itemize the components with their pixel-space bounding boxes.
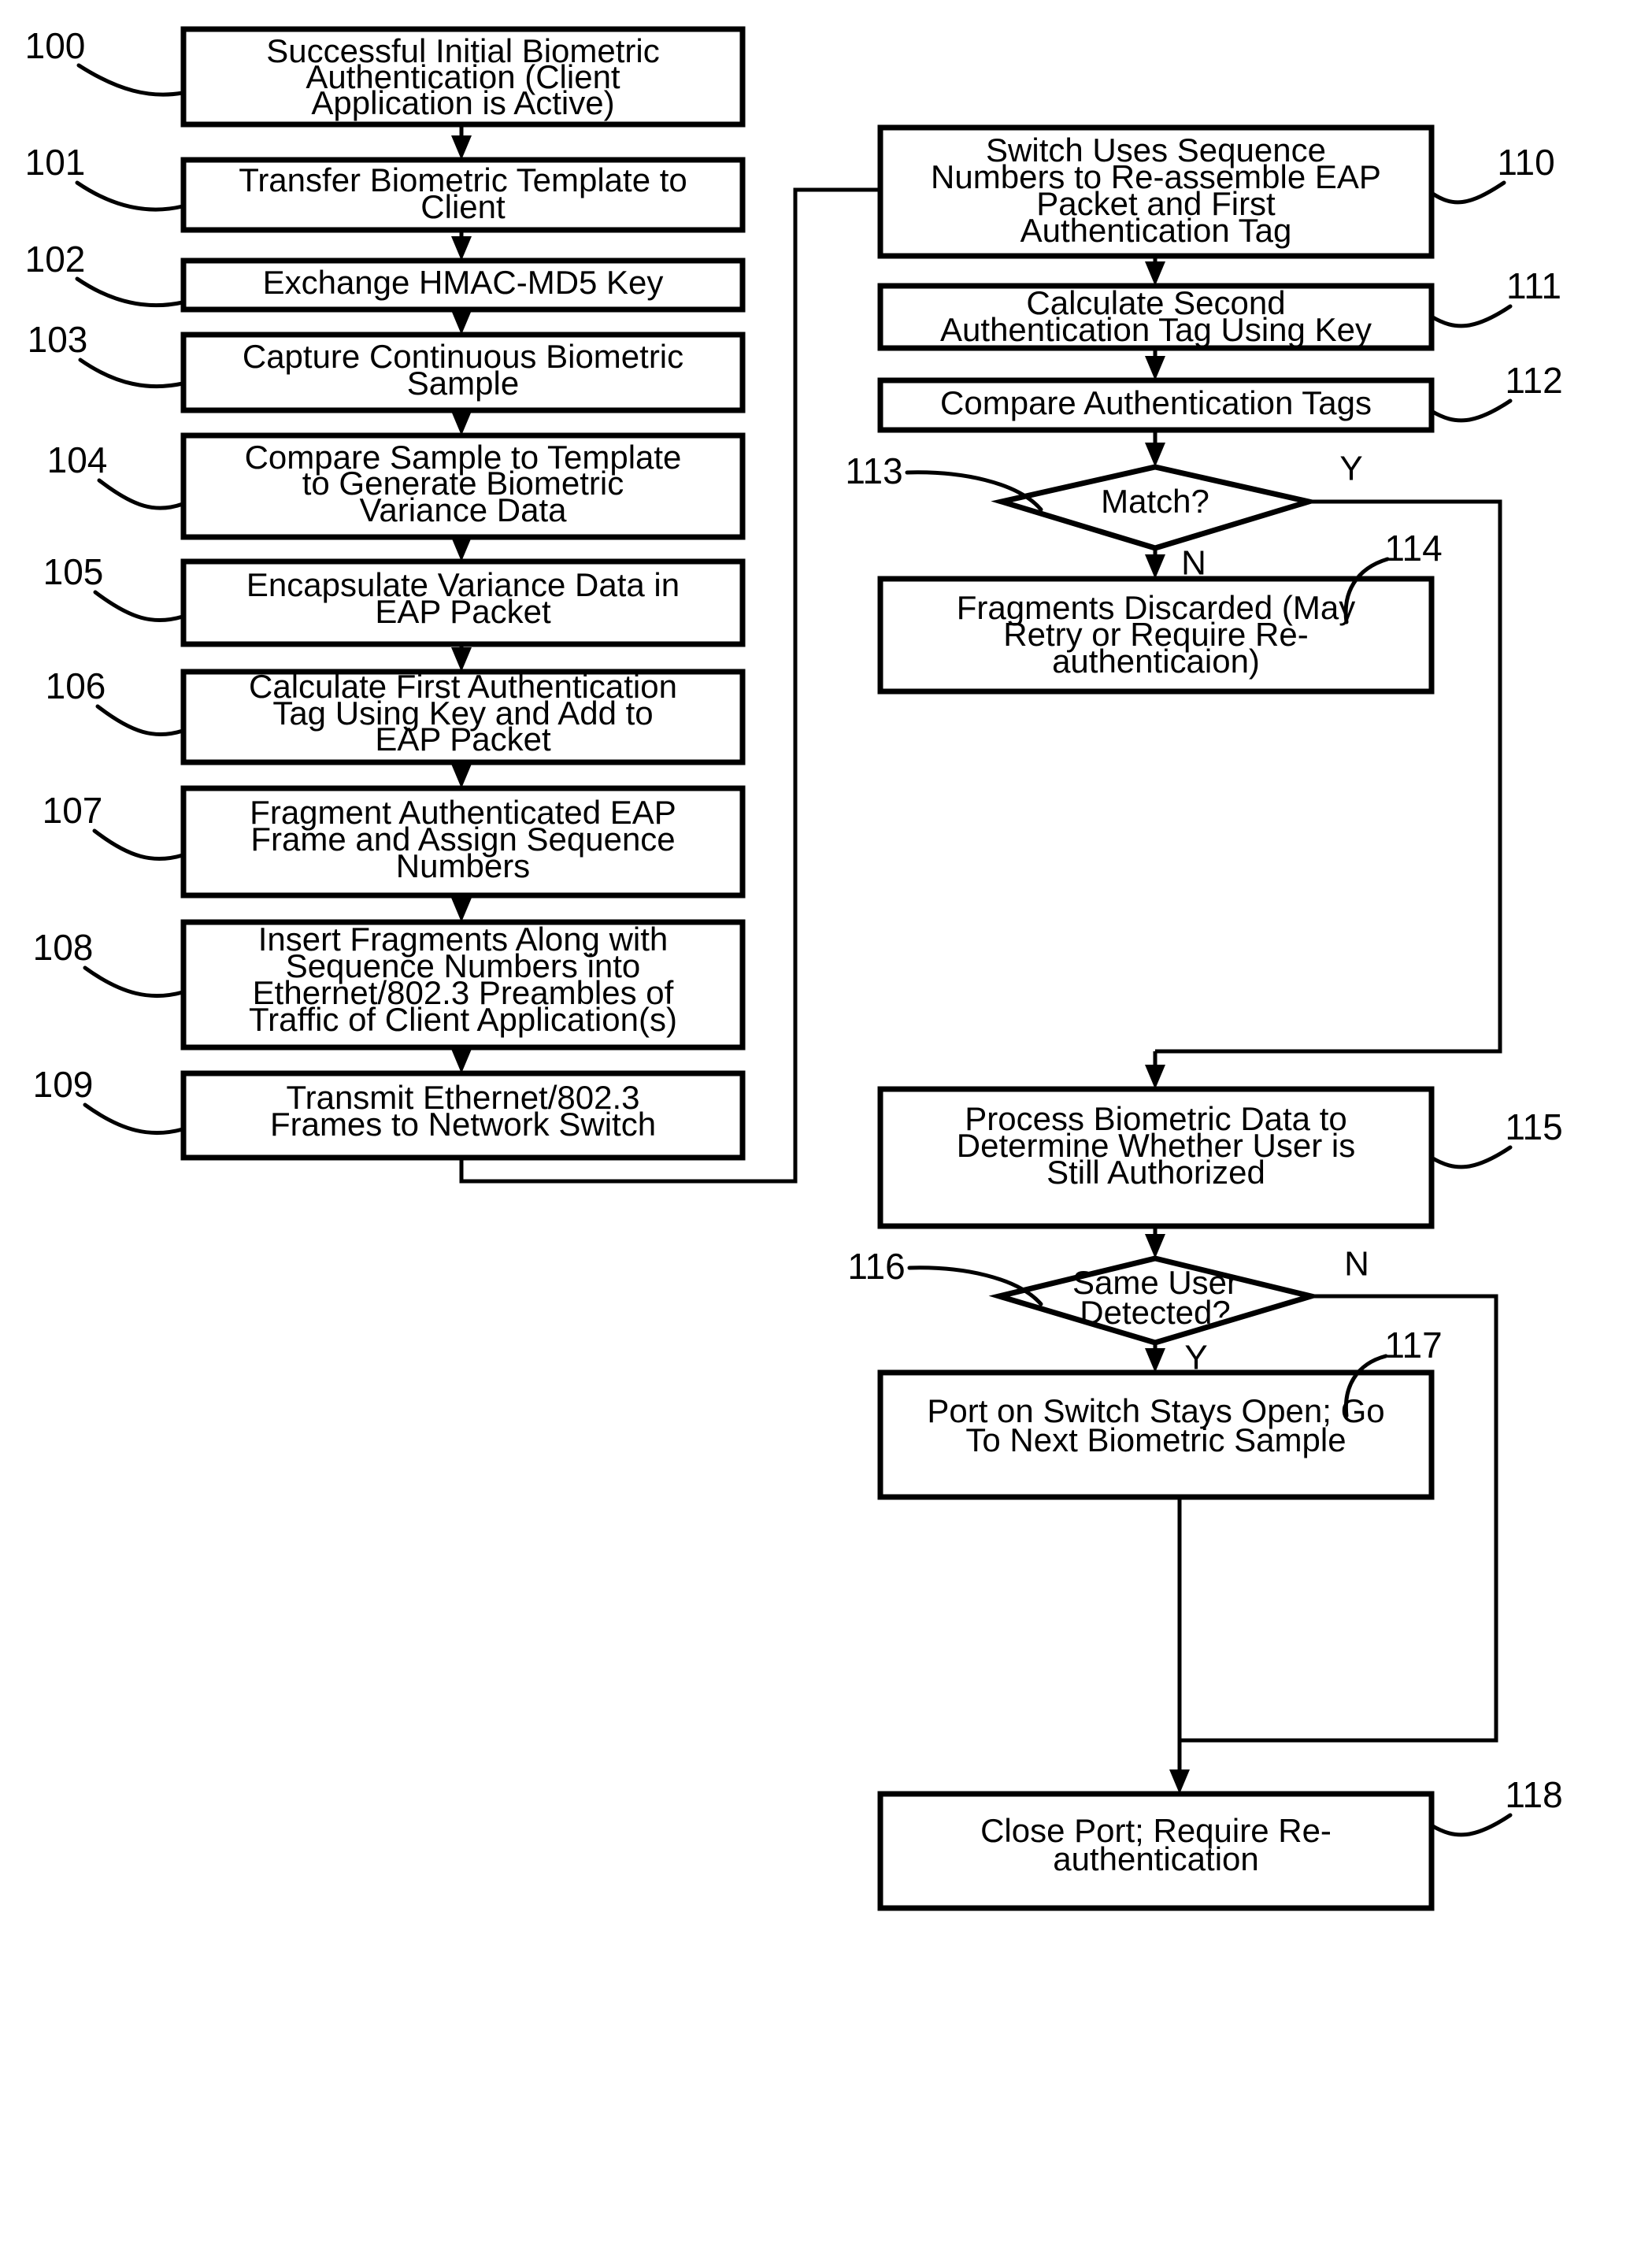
ref-112-label: 112 bbox=[1505, 360, 1562, 401]
node-110-line-3: Authentication Tag bbox=[1020, 212, 1292, 249]
ref-111-label: 111 bbox=[1506, 265, 1561, 306]
node-113[interactable]: Match? bbox=[991, 464, 1320, 551]
node-109[interactable]: Transmit Ethernet/802.3 Frames to Networ… bbox=[180, 1070, 746, 1161]
connector-113-no-114 bbox=[1145, 548, 1165, 579]
node-105[interactable]: Encapsulate Variance Data in EAP Packet bbox=[180, 558, 746, 647]
connector-108-109 bbox=[451, 1047, 472, 1073]
node-118[interactable]: Close Port; Require Re- authentication bbox=[877, 1791, 1435, 1911]
connector-116-yes-117 bbox=[1145, 1343, 1165, 1373]
ref-100: 100 bbox=[25, 25, 185, 97]
ref-113-label: 113 bbox=[845, 450, 902, 491]
node-110[interactable]: Switch Uses Sequence Numbers to Re-assem… bbox=[877, 124, 1435, 259]
connector-102-103 bbox=[451, 309, 472, 335]
connector-112-113 bbox=[1145, 430, 1165, 467]
node-109-line-1: Frames to Network Switch bbox=[270, 1106, 656, 1143]
connector-101-102 bbox=[451, 230, 472, 261]
ref-109: 109 bbox=[33, 1064, 185, 1136]
node-105-line-1: EAP Packet bbox=[375, 593, 551, 630]
branch-label-same-user-no: N bbox=[1344, 1245, 1369, 1284]
node-102[interactable]: Exchange HMAC-MD5 Key bbox=[180, 258, 746, 313]
node-108[interactable]: Insert Fragments Along with Sequence Num… bbox=[180, 919, 746, 1051]
ref-118: 118 bbox=[1429, 1774, 1563, 1837]
connector-106-107 bbox=[451, 762, 472, 788]
node-103[interactable]: Capture Continuous Biometric Sample bbox=[180, 332, 746, 413]
connector-103-104 bbox=[451, 410, 472, 435]
node-111-line-1: Authentication Tag Using Key bbox=[940, 311, 1372, 348]
node-108-line-3: Traffic of Client Application(s) bbox=[249, 1001, 677, 1038]
connector-111-112 bbox=[1145, 348, 1165, 380]
node-115-line-2: Still Authorized bbox=[1046, 1154, 1265, 1191]
node-113-line-0: Match? bbox=[1101, 483, 1209, 520]
node-101-line-1: Client bbox=[420, 188, 506, 225]
node-106[interactable]: Calculate First Authentication Tag Using… bbox=[180, 668, 746, 765]
ref-101: 101 bbox=[25, 142, 185, 212]
node-104[interactable]: Compare Sample to Template to Generate B… bbox=[180, 432, 746, 540]
ref-117-label: 117 bbox=[1384, 1325, 1442, 1366]
node-116-line-1: Detected? bbox=[1080, 1294, 1230, 1331]
connector-107-108 bbox=[451, 895, 472, 922]
ref-107: 107 bbox=[43, 790, 185, 862]
ref-102-label: 102 bbox=[25, 239, 86, 280]
ref-114-label: 114 bbox=[1384, 528, 1442, 569]
ref-108: 108 bbox=[33, 927, 185, 999]
node-103-line-1: Sample bbox=[407, 365, 519, 402]
ref-105-label: 105 bbox=[43, 551, 104, 592]
node-112[interactable]: Compare Authentication Tags bbox=[877, 377, 1435, 433]
ref-106: 106 bbox=[46, 665, 185, 737]
ref-118-label: 118 bbox=[1505, 1774, 1562, 1815]
ref-108-label: 108 bbox=[33, 927, 94, 968]
ref-112: 112 bbox=[1429, 360, 1563, 423]
node-107-line-2: Numbers bbox=[396, 847, 530, 884]
ref-115-label: 115 bbox=[1505, 1106, 1562, 1147]
ref-105: 105 bbox=[43, 551, 185, 623]
ref-107-label: 107 bbox=[43, 790, 103, 831]
ref-103-label: 103 bbox=[28, 319, 88, 360]
ref-110: 110 bbox=[1429, 142, 1555, 205]
ref-103: 103 bbox=[28, 319, 185, 389]
node-102-line-0: Exchange HMAC-MD5 Key bbox=[263, 264, 664, 301]
node-104-line-2: Variance Data bbox=[359, 491, 567, 528]
node-116[interactable]: Same User Detected? bbox=[988, 1255, 1322, 1346]
ref-115: 115 bbox=[1429, 1106, 1563, 1169]
node-118-line-1: authentication bbox=[1053, 1840, 1259, 1877]
connector-110-111 bbox=[1145, 256, 1165, 286]
connector-104-105 bbox=[451, 537, 472, 561]
node-114-line-2: authenticaion) bbox=[1052, 643, 1260, 680]
node-112-line-0: Compare Authentication Tags bbox=[940, 384, 1372, 421]
ref-104-label: 104 bbox=[47, 439, 108, 480]
flowchart-figure: Successful Initial Biometric Authenticat… bbox=[0, 0, 1652, 2253]
branch-label-match-yes: Y bbox=[1339, 450, 1362, 488]
node-115[interactable]: Process Biometric Data to Determine Whet… bbox=[877, 1086, 1435, 1229]
ref-116-label: 116 bbox=[847, 1246, 905, 1287]
ref-110-label: 110 bbox=[1497, 142, 1554, 183]
flowchart-canvas: Successful Initial Biometric Authenticat… bbox=[25, 25, 1563, 1911]
ref-104: 104 bbox=[47, 439, 185, 510]
connector-115-116 bbox=[1145, 1226, 1165, 1258]
connector-100-101 bbox=[451, 124, 472, 160]
ref-101-label: 101 bbox=[25, 142, 86, 183]
connector-114-115 bbox=[1145, 1051, 1165, 1089]
ref-100-label: 100 bbox=[25, 25, 86, 66]
ref-102: 102 bbox=[25, 239, 185, 308]
node-106-line-2: EAP Packet bbox=[375, 721, 551, 758]
ref-109-label: 109 bbox=[33, 1064, 94, 1105]
ref-111: 111 bbox=[1429, 265, 1561, 328]
ref-106-label: 106 bbox=[46, 665, 106, 706]
node-111[interactable]: Calculate Second Authentication Tag Usin… bbox=[877, 283, 1435, 351]
node-101[interactable]: Transfer Biometric Template to Client bbox=[180, 157, 746, 233]
node-107[interactable]: Fragment Authenticated EAP Frame and Ass… bbox=[180, 785, 746, 899]
node-117-line-1: To Next Biometric Sample bbox=[965, 1421, 1346, 1458]
node-100-line-2: Application is Active) bbox=[311, 84, 614, 121]
node-100[interactable]: Successful Initial Biometric Authenticat… bbox=[180, 26, 746, 128]
